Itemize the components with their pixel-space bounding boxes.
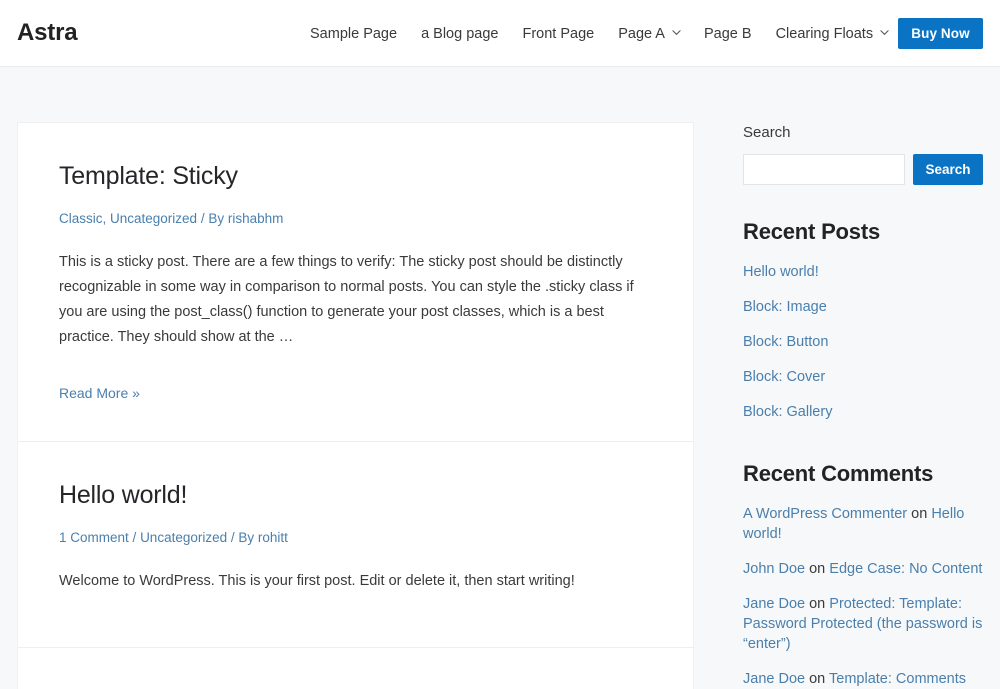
recent-post-link[interactable]: Hello world! — [743, 264, 819, 280]
comment-author-link[interactable]: A WordPress Commenter — [743, 506, 907, 522]
buy-now-button[interactable]: Buy Now — [898, 18, 983, 49]
list-item: John Doe on Edge Case: No Content — [743, 559, 985, 579]
list-item: Jane Doe on Protected: Template: Passwor… — [743, 594, 985, 654]
search-label: Search — [743, 124, 791, 141]
post-meta-categories[interactable]: Classic, Uncategorized — [59, 211, 197, 226]
search-widget: Search Search — [743, 124, 985, 185]
post-item: Template: Sticky Classic, Uncategorized … — [18, 123, 693, 442]
post-item: Block: Image Leave a Comment / Block / B… — [18, 648, 693, 689]
nav-item-label: Sample Page — [310, 25, 398, 42]
page-container: Template: Sticky Classic, Uncategorized … — [0, 67, 1000, 689]
comment-author-link[interactable]: Jane Doe — [743, 671, 805, 687]
primary-navigation: Sample Page a Blog page Front Page Page … — [310, 0, 912, 67]
nav-item-page-a[interactable]: Page A — [618, 25, 681, 42]
post-meta: Classic, Uncategorized / By rishabhm — [59, 209, 652, 229]
recent-posts-widget: Recent Posts Hello world! Block: Image B… — [743, 219, 985, 422]
post-excerpt: This is a sticky post. There are a few t… — [59, 253, 634, 345]
nav-item-label: Page B — [703, 25, 752, 42]
list-item: Jane Doe on Template: Comments — [743, 669, 985, 689]
post-excerpt: Welcome to WordPress. This is your first… — [59, 572, 575, 589]
post-meta-categories[interactable]: Uncategorized — [140, 530, 227, 545]
post-meta-comments[interactable]: 1 Comment — [59, 530, 129, 545]
recent-post-link[interactable]: Block: Cover — [743, 369, 825, 385]
search-input[interactable] — [743, 154, 905, 185]
comment-post-link[interactable]: Edge Case: No Content — [829, 561, 982, 577]
post-title[interactable]: Hello world! — [59, 479, 652, 512]
post-meta-author[interactable]: By rohitt — [238, 530, 288, 545]
comment-on-word: on — [911, 506, 928, 522]
post-meta-author[interactable]: By rishabhm — [208, 211, 283, 226]
site-logo[interactable]: Astra — [17, 21, 78, 45]
search-button[interactable]: Search — [913, 154, 983, 185]
recent-comments-list: A WordPress Commenter on Hello world! Jo… — [743, 504, 985, 689]
chevron-down-icon[interactable] — [672, 28, 681, 36]
comment-post-link[interactable]: Template: Comments — [829, 671, 966, 687]
nav-item-a-blog-page[interactable]: a Blog page — [421, 26, 498, 42]
recent-post-link[interactable]: Block: Button — [743, 334, 828, 350]
nav-item-label: a Blog page — [421, 25, 499, 42]
nav-item-label: Clearing Floats — [775, 25, 874, 42]
post-meta: 1 Comment / Uncategorized / By rohitt — [59, 528, 652, 548]
post-title[interactable]: Template: Sticky — [59, 160, 652, 193]
recent-posts-list: Hello world! Block: Image Block: Button … — [743, 262, 985, 422]
read-more-link[interactable]: Read More » — [59, 385, 140, 401]
main-content: Template: Sticky Classic, Uncategorized … — [17, 122, 694, 689]
nav-item-sample-page[interactable]: Sample Page — [310, 26, 397, 42]
recent-comments-widget: Recent Comments A WordPress Commenter on… — [743, 461, 985, 689]
nav-item-clearing-floats[interactable]: Clearing Floats — [776, 26, 889, 42]
list-item: Block: Gallery — [743, 402, 985, 422]
post-meta-separator: / — [132, 529, 141, 545]
recent-post-link[interactable]: Block: Gallery — [743, 404, 832, 420]
chevron-down-icon[interactable] — [880, 28, 889, 36]
posts-card: Template: Sticky Classic, Uncategorized … — [17, 122, 694, 689]
recent-post-link[interactable]: Block: Image — [743, 299, 827, 315]
list-item: Block: Button — [743, 332, 985, 352]
list-item: A WordPress Commenter on Hello world! — [743, 504, 985, 544]
nav-item-page-b[interactable]: Page B — [704, 26, 752, 42]
site-header: Astra Sample Page a Blog page Front Page… — [0, 0, 1000, 67]
list-item: Hello world! — [743, 262, 985, 282]
nav-item-front-page[interactable]: Front Page — [522, 26, 594, 42]
nav-item-label: Page A — [618, 25, 665, 42]
comment-on-word: on — [809, 596, 826, 612]
list-item: Block: Image — [743, 297, 985, 317]
list-item: Block: Cover — [743, 367, 985, 387]
recent-posts-title: Recent Posts — [743, 219, 880, 244]
post-title[interactable]: Block: Image — [59, 685, 652, 689]
search-form: Search — [743, 154, 985, 185]
recent-comments-title: Recent Comments — [743, 461, 934, 486]
sidebar: Search Search Recent Posts Hello world! … — [743, 122, 985, 689]
comment-on-word: on — [809, 671, 826, 687]
comment-on-word: on — [809, 561, 826, 577]
post-item: Hello world! 1 Comment / Uncategorized /… — [18, 442, 693, 649]
comment-author-link[interactable]: Jane Doe — [743, 596, 805, 612]
nav-item-label: Front Page — [522, 25, 595, 42]
comment-author-link[interactable]: John Doe — [743, 561, 805, 577]
